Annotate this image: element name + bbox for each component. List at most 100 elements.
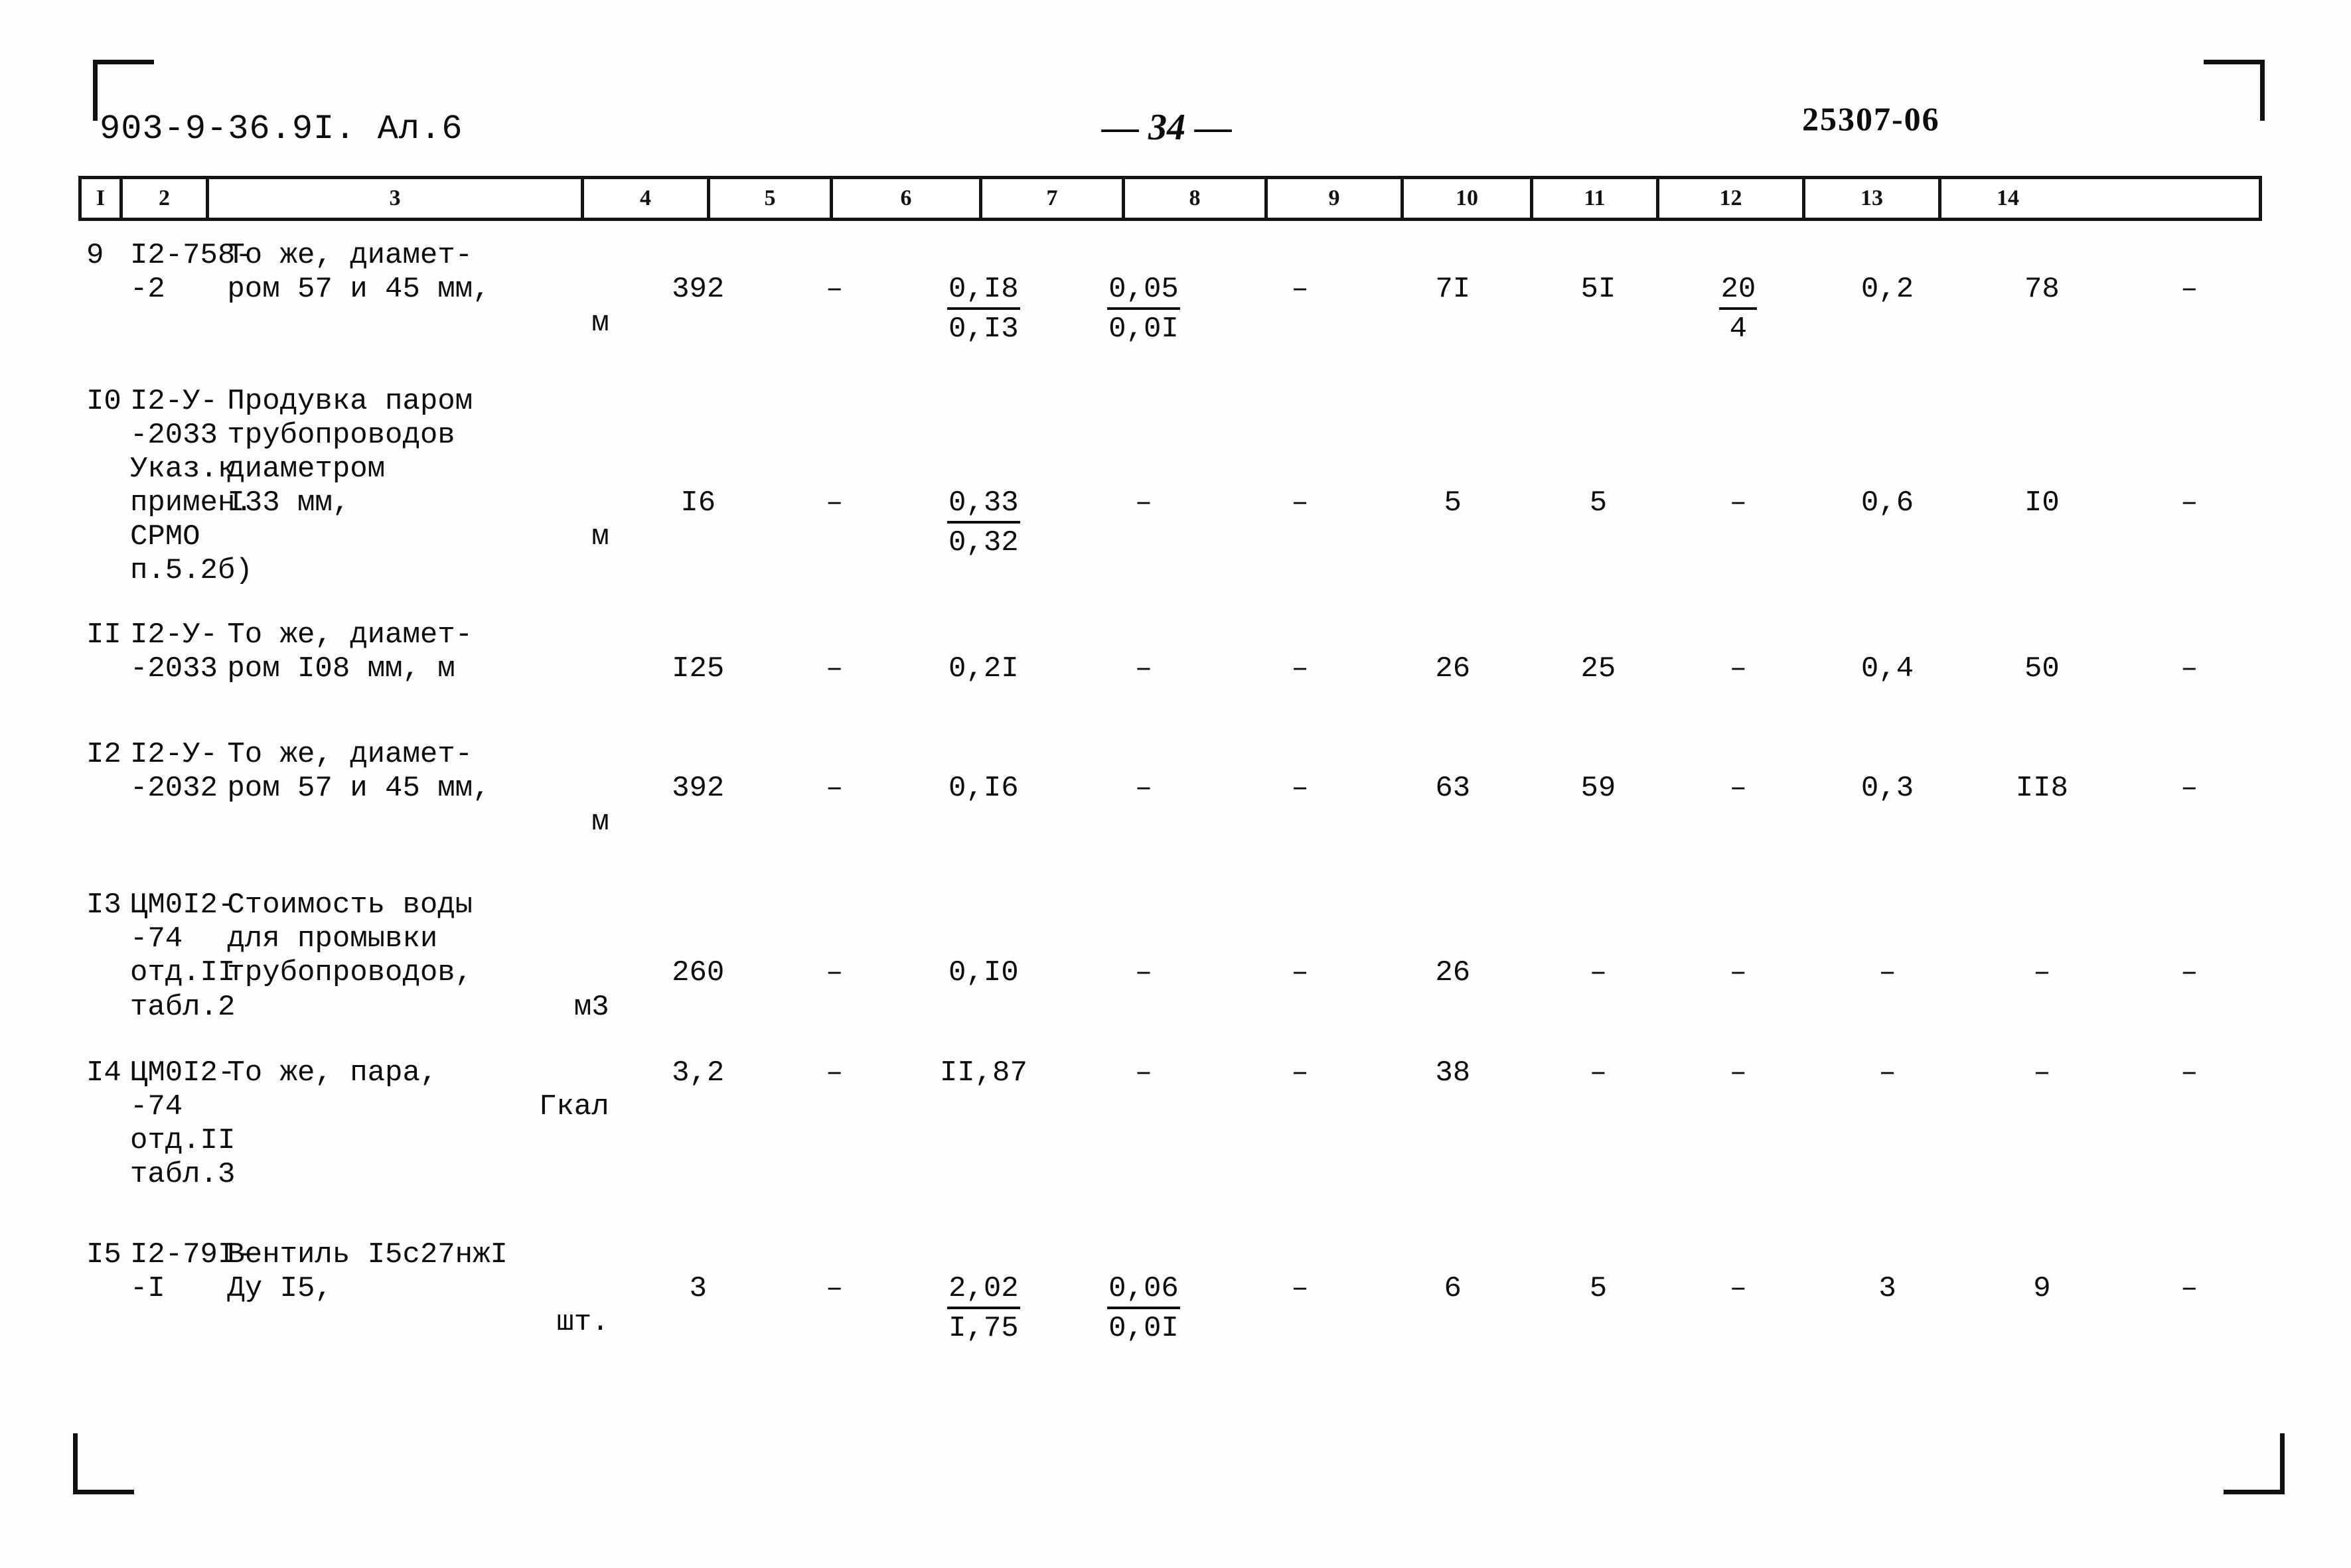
- row-value-col-4: 392: [672, 273, 725, 306]
- row-value-col-14: –: [2180, 956, 2198, 990]
- page-number: — 34 —: [1102, 107, 1232, 148]
- row-value-col-12: 0,2: [1860, 273, 1914, 306]
- table-row: I3 ЦМ0I2- -74 отд.II табл.2 Стоимость воды…: [78, 889, 2262, 1024]
- row-value-col-13: II8: [2015, 772, 2068, 806]
- row-value-col-10: 5I: [1580, 273, 1616, 306]
- row-unit-line: Гкал: [227, 1090, 629, 1124]
- fraction-numerator: 0,05: [1107, 273, 1180, 311]
- row-value-col-6: II,87: [939, 1056, 1027, 1090]
- row-value-col-4: 260: [672, 956, 725, 990]
- row-value-col-13: I0: [2024, 486, 2060, 520]
- row-value-col-13: 50: [2024, 652, 2060, 686]
- row-value-col-9: 26: [1435, 652, 1471, 686]
- row-value-col-13: –: [2033, 1056, 2051, 1090]
- fraction-numerator: 20: [1719, 273, 1758, 311]
- row-item-number: I3: [86, 889, 121, 922]
- row-description-text: Продувка паром трубопроводов диаметром I…: [227, 385, 473, 520]
- row-value-col-6: 0,33 0,32: [902, 385, 1066, 588]
- crop-mark-top-right: [2204, 60, 2265, 121]
- row-description-text: То же, диамет- ром 57 и 45 мм,: [227, 738, 491, 806]
- row-norm-code: I2-У- -2033 Указ.к примен. СРМО п.5.2б): [129, 385, 253, 588]
- fraction-value: 0,I8 0,I3: [947, 273, 1020, 346]
- crop-mark-bottom-left: [73, 1433, 134, 1494]
- row-value-col-13: 9: [2033, 1271, 2051, 1305]
- row-value-col-4: I6: [680, 486, 716, 520]
- row-value-col-11: –: [1729, 486, 1748, 520]
- row-value-col-4: I25: [672, 652, 725, 686]
- fraction-value: 20 4: [1719, 273, 1758, 346]
- row-unit-line: м3: [227, 991, 629, 1025]
- row-value-col-14: –: [2180, 1056, 2198, 1090]
- row-value-col-6: 2,02 I,75: [902, 1238, 1066, 1346]
- row-value-col-8: –: [1291, 486, 1309, 520]
- row-item-number: II: [86, 618, 121, 652]
- row-value-col-5: –: [825, 956, 844, 990]
- row-item-number: I2: [86, 738, 121, 772]
- row-norm-code: I2-758- -2: [129, 239, 253, 307]
- row-spacer: [78, 839, 2262, 889]
- row-value-col-11: –: [1729, 956, 1748, 990]
- fraction-denominator: 0,I3: [948, 313, 1019, 346]
- row-value-col-9: 38: [1435, 1056, 1471, 1090]
- row-unit-line: м: [227, 307, 629, 340]
- fraction-value: 0,05 0,0I: [1107, 273, 1180, 346]
- row-description-text: То же, пара,: [227, 1056, 438, 1090]
- row-spacer-cell: [78, 686, 2262, 738]
- column-header-2: 2: [123, 179, 209, 218]
- row-description-text: Стоимость воды для промывки трубопроводо…: [227, 889, 473, 990]
- fraction-denominator: 4: [1729, 313, 1748, 346]
- row-value-col-10: 5: [1589, 486, 1608, 520]
- row-value-col-11: –: [1729, 772, 1748, 806]
- row-norm-code: ЦМ0I2- -74 отд.II табл.3: [129, 1056, 236, 1191]
- row-value-col-9: 6: [1444, 1271, 1462, 1305]
- row-spacer: [78, 346, 2262, 385]
- row-value-col-8: –: [1291, 772, 1309, 806]
- row-norm-code: ЦМ0I2- -74 отд.II табл.2: [129, 889, 236, 1024]
- column-number-header: I 2 3 4 5 6 7 8 9 10 11 12 13 14: [78, 176, 2262, 221]
- table-row: I0 I2-У- -2033 Указ.к примен. СРМО п.5.2б…: [78, 385, 2262, 588]
- row-unit: м: [591, 806, 609, 839]
- row-item-number: I0: [86, 385, 121, 419]
- fraction-value: 2,02 I,75: [947, 1272, 1020, 1346]
- row-description-text: То же, диамет- ром 57 и 45 мм,: [227, 239, 491, 307]
- column-header-13: 13: [1805, 179, 1941, 218]
- row-norm-code: I2-У- -2033: [129, 618, 218, 686]
- table-row: II I2-У- -2033 То же, диамет- ром I08 мм, …: [78, 618, 2262, 686]
- row-description: Продувка паром трубопроводов диаметром I…: [218, 385, 629, 588]
- row-spacer: [78, 1346, 2262, 1374]
- row-value-col-12: 0,4: [1860, 652, 1914, 686]
- column-header-7: 7: [982, 179, 1125, 218]
- fraction-value: 0,33 0,32: [947, 486, 1020, 560]
- row-value-col-10: 59: [1580, 772, 1616, 806]
- row-value-col-14: –: [2180, 273, 2198, 306]
- row-value-col-10: –: [1589, 1056, 1608, 1090]
- row-value-col-8: –: [1291, 273, 1309, 306]
- column-header-4: 4: [584, 179, 710, 218]
- column-header-5: 5: [710, 179, 833, 218]
- fraction-numerator: 2,02: [947, 1272, 1020, 1309]
- row-description: То же, диамет- ром I08 мм, м: [218, 618, 629, 686]
- row-spacer-cell: [78, 346, 2262, 385]
- row-spacer-cell: [78, 839, 2262, 889]
- row-value-col-7: 0,05 0,0I: [1065, 239, 1222, 346]
- row-value-col-8: –: [1291, 1056, 1309, 1090]
- row-spacer: [78, 588, 2262, 618]
- column-header-1: I: [82, 179, 123, 218]
- row-description: Стоимость воды для промывки трубопроводо…: [218, 889, 629, 1024]
- row-description: То же, диамет- ром 57 и 45 мм, м: [218, 738, 629, 839]
- column-header-3: 3: [209, 179, 584, 218]
- row-item-number: I4: [86, 1056, 121, 1090]
- fraction-denominator: 0,32: [948, 526, 1019, 560]
- row-description-text: Вентиль I5с27нжI Ду I5,: [227, 1238, 508, 1305]
- row-value-col-14: –: [2180, 652, 2198, 686]
- row-value-col-11: 20 4: [1669, 239, 1807, 346]
- row-spacer-cell: [78, 588, 2262, 618]
- column-header-8: 8: [1125, 179, 1268, 218]
- row-unit: шт.: [556, 1305, 609, 1339]
- row-value-col-13: –: [2033, 956, 2051, 990]
- row-unit: м: [591, 307, 609, 340]
- fraction-numerator: 0,I8: [947, 273, 1020, 311]
- row-value-col-11: –: [1729, 1271, 1748, 1305]
- estimate-table-container: 9 I2-758- -2 То же, диамет- ром 57 и 45 мм…: [78, 239, 2262, 1374]
- row-value-col-11: –: [1729, 1056, 1748, 1090]
